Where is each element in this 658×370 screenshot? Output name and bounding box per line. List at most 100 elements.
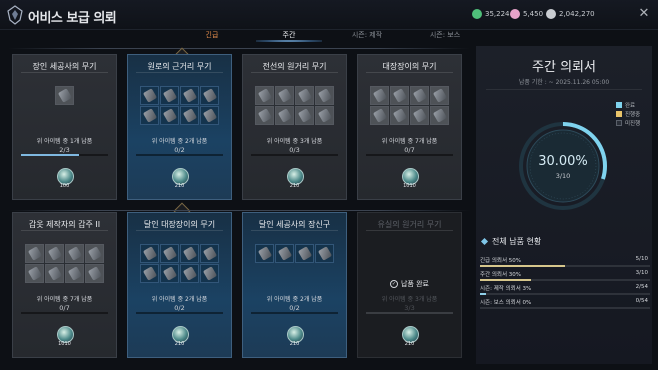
item-slot[interactable] (255, 106, 274, 125)
tab-season-craft[interactable]: 시즌: 제작 (352, 30, 382, 40)
item-slot[interactable] (295, 86, 314, 105)
item-slot[interactable] (315, 106, 334, 125)
item-slot[interactable] (65, 244, 84, 263)
status-count: 5/10 (635, 256, 648, 262)
status-progress-bar (480, 279, 650, 281)
equipment-item-icon (162, 266, 178, 281)
item-slot[interactable] (180, 86, 199, 105)
status-label: 긴급 의뢰서 50% (480, 258, 522, 264)
item-slot[interactable] (200, 264, 219, 283)
item-slot[interactable] (85, 244, 104, 263)
request-card[interactable]: 대장장이의 무기 위 아이템 중 7개 납품 0/7 1010 (357, 54, 462, 200)
green-coin-icon (472, 9, 482, 19)
item-slot[interactable] (370, 86, 389, 105)
request-card[interactable]: 갑옷 제작자의 갑주 II 위 아이템 중 7개 납품 0/7 1010 (12, 212, 117, 358)
request-card[interactable]: 원로의 근거리 무기 위 아이템 중 2개 납품 0/2 210 (127, 54, 232, 200)
item-slot[interactable] (140, 86, 159, 105)
item-slot[interactable] (410, 106, 429, 125)
check-icon: ✓ (390, 280, 398, 288)
card-progress-bar (366, 312, 453, 314)
request-card[interactable]: 장인 세공사의 무기 위 아이템 중 1개 납품 2/3 100 (12, 54, 117, 200)
equipment-item-icon (277, 108, 293, 123)
item-slot[interactable] (275, 86, 294, 105)
item-slot[interactable] (370, 106, 389, 125)
item-slot[interactable] (55, 86, 74, 105)
item-slot[interactable] (65, 264, 84, 283)
request-card[interactable]: 달인 세공사의 장신구 위 아이템 중 2개 납품 0/2 210 (242, 212, 347, 358)
card-progress-text: 0/2 (289, 304, 300, 312)
card-progress-text: 0/7 (404, 146, 415, 154)
item-slot[interactable] (315, 86, 334, 105)
equipment-item-icon (202, 88, 218, 103)
item-slot[interactable] (255, 86, 274, 105)
item-slot[interactable] (180, 244, 199, 263)
item-slot[interactable] (315, 244, 334, 263)
equipment-item-icon (27, 266, 43, 281)
progress-fill (480, 265, 565, 267)
item-slot[interactable] (295, 106, 314, 125)
equipment-item-icon (317, 108, 333, 123)
tab-season-boss[interactable]: 시즌: 보스 (430, 30, 460, 40)
item-slot[interactable] (180, 264, 199, 283)
equipment-item-icon (257, 246, 273, 261)
item-slot[interactable] (200, 106, 219, 125)
equipment-item-icon (297, 88, 313, 103)
item-slot[interactable] (160, 264, 179, 283)
item-slot-grid (243, 86, 346, 125)
card-title: 장인 세공사의 무기 (32, 62, 97, 71)
card-divider (366, 230, 453, 231)
status-progress-bar (480, 307, 650, 309)
title-bar: 어비스 보급 의뢰 35,224 5,450 2,042,270 ✕ (0, 0, 658, 30)
request-card[interactable]: 달인 대장장이의 무기 위 아이템 중 2개 납품 0/2 210 (127, 212, 232, 358)
equipment-item-icon (392, 88, 408, 103)
equipment-item-icon (432, 88, 448, 103)
item-slot[interactable] (160, 86, 179, 105)
item-slot[interactable] (85, 264, 104, 283)
item-slot[interactable] (430, 86, 449, 105)
item-slot[interactable] (160, 106, 179, 125)
weekly-summary-panel: 주간 의뢰서 납품 기한 : ~ 2025.11.26 05:00 완료 진행중… (476, 46, 652, 364)
card-title: 갑옷 제작자의 갑주 II (28, 220, 101, 229)
card-progress-text: 0/3 (289, 146, 300, 154)
item-slot[interactable] (25, 244, 44, 263)
item-slot[interactable] (25, 264, 44, 283)
close-icon[interactable]: ✕ (637, 7, 651, 21)
item-slot[interactable] (140, 264, 159, 283)
item-slot[interactable] (410, 86, 429, 105)
progress-fill (21, 154, 80, 156)
ring-percent: 30.00% (538, 154, 588, 169)
item-slot[interactable] (45, 244, 64, 263)
request-card[interactable]: 유실의 원거리 무기 ✓ 납품 완료 위 아이템 중 3개 납품 3/3 210 (357, 212, 462, 358)
progress-fill (366, 312, 453, 314)
item-slot[interactable] (160, 244, 179, 263)
item-slot[interactable] (140, 106, 159, 125)
currency-green: 35,224 (472, 9, 510, 19)
item-slot-grid (13, 244, 116, 283)
legend-label: 진행중 (625, 111, 641, 118)
tab-urgent[interactable]: 긴급 (206, 30, 219, 40)
item-slot[interactable] (390, 106, 409, 125)
item-slot[interactable] (180, 106, 199, 125)
ring-count: 3/10 (555, 172, 571, 180)
card-title: 원로의 근거리 무기 (147, 62, 212, 71)
abyss-emblem-icon (7, 5, 23, 25)
card-title: 대장장이의 무기 (382, 62, 437, 71)
item-slot[interactable] (200, 86, 219, 105)
request-card[interactable]: 전선의 원거리 무기 위 아이템 중 3개 납품 0/3 210 (242, 54, 347, 200)
item-slot[interactable] (45, 264, 64, 283)
tab-weekly[interactable]: 주간 (283, 30, 296, 40)
item-slot[interactable] (295, 244, 314, 263)
equipment-item-icon (277, 246, 293, 261)
item-slot[interactable] (140, 244, 159, 263)
card-progress-text: 0/2 (174, 146, 185, 154)
status-count: 3/10 (635, 270, 648, 276)
equipment-item-icon (142, 88, 158, 103)
item-slot[interactable] (255, 244, 274, 263)
item-slot[interactable] (430, 106, 449, 125)
item-slot[interactable] (275, 106, 294, 125)
pink-crystal-icon (510, 9, 520, 19)
item-slot[interactable] (390, 86, 409, 105)
item-slot[interactable] (275, 244, 294, 263)
card-divider (251, 230, 338, 231)
item-slot[interactable] (200, 244, 219, 263)
